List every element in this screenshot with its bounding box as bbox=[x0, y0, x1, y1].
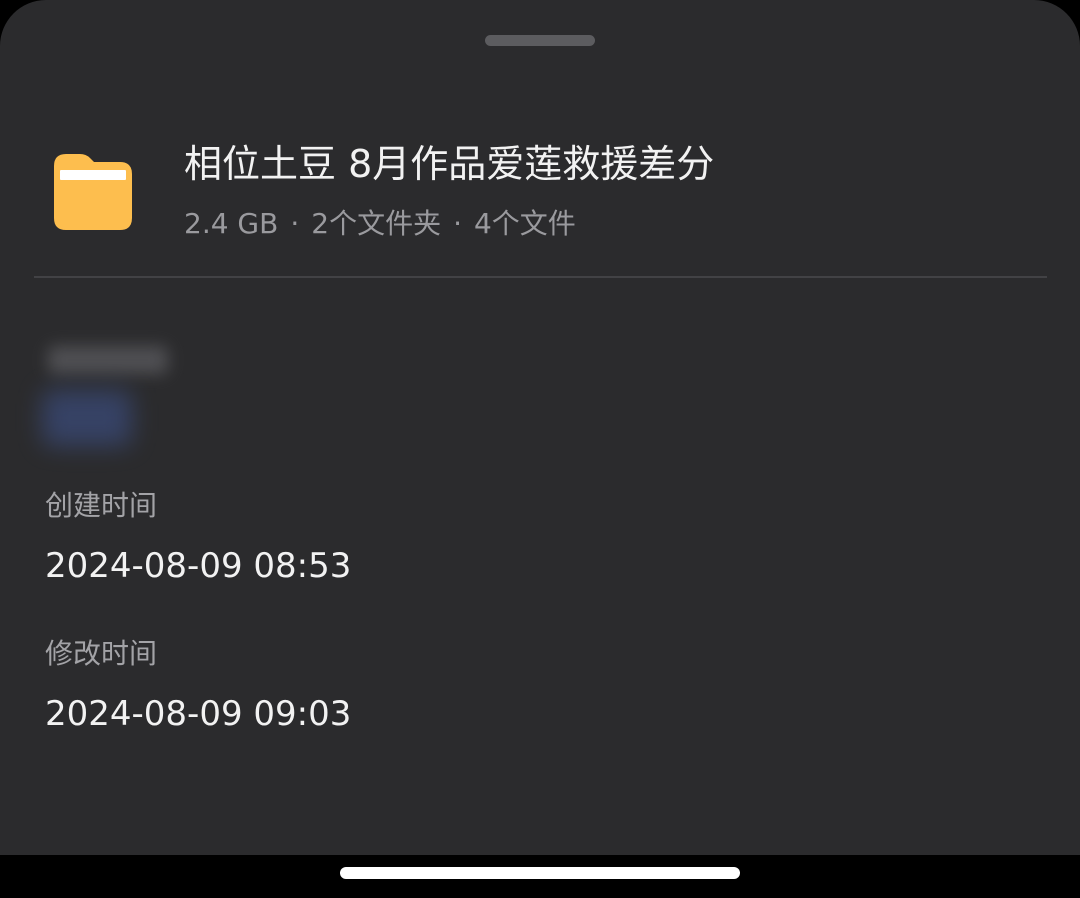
subfolder-count: 2个文件夹 bbox=[311, 207, 442, 240]
file-count: 4个文件 bbox=[473, 207, 576, 240]
divider bbox=[34, 276, 1047, 278]
blurred-location bbox=[42, 340, 182, 460]
modified-time-label: 修改时间 bbox=[45, 637, 158, 670]
folder-icon bbox=[50, 148, 134, 232]
created-time-label: 创建时间 bbox=[45, 489, 158, 522]
created-time-value: 2024-08-09 08:53 bbox=[45, 546, 352, 586]
folder-meta: 2.4 GB · 2个文件夹 · 4个文件 bbox=[184, 204, 576, 244]
folder-details-sheet: 相位土豆 8月作品爱莲救援差分 2.4 GB · 2个文件夹 · 4个文件 创建时间 2… bbox=[0, 0, 1080, 855]
folder-name: 相位土豆 8月作品爱莲救援差分 bbox=[184, 142, 715, 186]
meta-separator: · bbox=[453, 207, 462, 240]
drag-handle[interactable] bbox=[485, 35, 595, 46]
blurred-location-value bbox=[42, 390, 132, 446]
folder-size: 2.4 GB bbox=[184, 207, 279, 240]
meta-separator: · bbox=[290, 207, 300, 240]
modified-time-value: 2024-08-09 09:03 bbox=[45, 694, 352, 734]
blurred-location-label bbox=[48, 346, 168, 374]
home-indicator[interactable] bbox=[340, 867, 740, 879]
